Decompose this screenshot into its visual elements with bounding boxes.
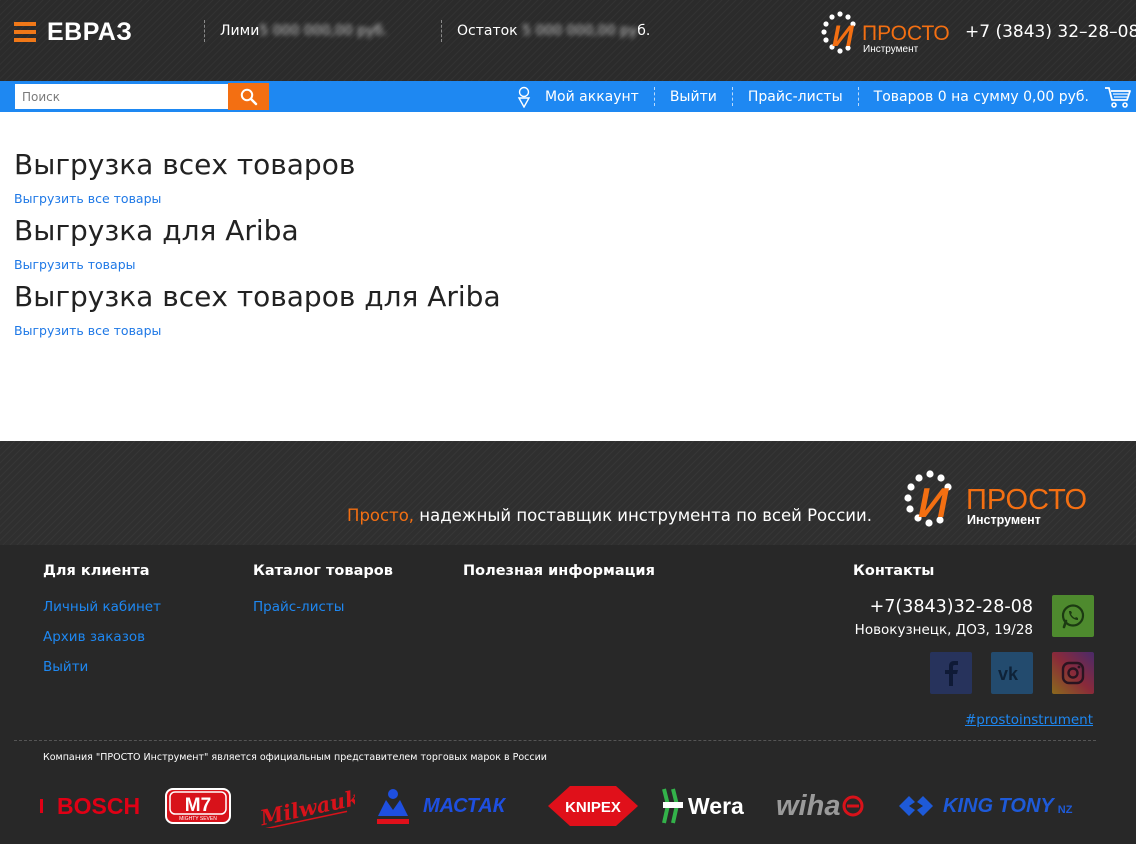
svg-text:vk: vk	[998, 664, 1019, 683]
footer-col-info: Полезная информация	[463, 563, 655, 599]
section-title: Выгрузка всех товаров для Ariba	[14, 280, 501, 313]
wiha-mark-icon	[842, 795, 864, 817]
balance-suffix: б.	[637, 23, 651, 39]
top-header: ЕВРАЗ Лими5 000 000,00 руб. Остаток 5 00…	[0, 0, 1136, 81]
search-icon	[240, 88, 257, 105]
cart-label: Товаров 0 на сумму 0,00 руб.	[873, 88, 1089, 105]
export-all-link[interactable]: Выгрузить все товары	[14, 190, 1114, 208]
facebook-button[interactable]	[930, 652, 972, 694]
slogan-accent: Просто,	[347, 506, 415, 525]
svg-text:ПРОСТО: ПРОСТО	[966, 484, 1087, 516]
svg-text:И: И	[832, 20, 855, 53]
account-link[interactable]: Мой аккаунт	[502, 86, 654, 108]
brand-name: ЕВРАЗ	[47, 17, 133, 46]
footer-prosto-logo[interactable]: И ПРОСТО Инструмент	[900, 469, 1100, 531]
footer-link-orders-archive[interactable]: Архив заказов	[43, 629, 161, 645]
hashtag-link[interactable]: #prostoinstrument	[965, 712, 1093, 728]
svg-text:M7: M7	[185, 795, 211, 816]
balance-value: 5 000 000,00 ру	[522, 23, 638, 39]
footer-link-logout[interactable]: Выйти	[43, 659, 161, 675]
svg-text:Milwaukee: Milwaukee	[257, 784, 355, 828]
vk-icon: vk	[998, 664, 1019, 683]
brand-kingtony-logo[interactable]: KING TONY NZ	[897, 781, 1072, 831]
footer-col-title: Каталог товаров	[253, 563, 393, 579]
export-all-ariba-link[interactable]: Выгрузить все товары	[14, 322, 1114, 340]
footer: Для клиента Личный кабинет Архив заказов…	[0, 545, 1136, 844]
brand-logos: BOSCH M7 MIGHTY SEVEN Milwaukee МАСТАК K…	[40, 781, 1100, 831]
price-lists-link[interactable]: Прайс-листы	[731, 87, 858, 106]
limit-value: 5 000 000,00 руб.	[259, 23, 388, 39]
footer-address: Новокузнецк, ДОЗ, 19/28	[854, 622, 1033, 638]
svg-text:MIGHTY SEVEN: MIGHTY SEVEN	[179, 816, 217, 822]
brand[interactable]: ЕВРАЗ	[14, 18, 132, 46]
footer-col-contacts: Контакты	[853, 563, 934, 599]
footer-divider	[14, 740, 1096, 741]
brand-mastak-logo[interactable]: МАСТАК	[375, 781, 505, 831]
svg-text:И: И	[918, 479, 949, 526]
brand-wera-logo[interactable]: Wera	[662, 781, 744, 831]
footer-col-title: Контакты	[853, 563, 935, 579]
search-input[interactable]	[14, 83, 228, 110]
footer-col-title: Полезная информация	[463, 563, 655, 579]
section-title: Выгрузка всех товаров	[14, 148, 356, 181]
whatsapp-button[interactable]	[1052, 595, 1094, 637]
vk-button[interactable]: vk	[991, 652, 1033, 694]
export-ariba-link[interactable]: Выгрузить товары	[14, 256, 1114, 274]
footer-phone[interactable]: +7(3843)32-28-08	[870, 597, 1033, 617]
nav-links: Мой аккаунт Выйти Прайс-листы Товаров 0 …	[502, 81, 1136, 112]
instagram-button[interactable]	[1052, 652, 1094, 694]
credit-limit: Лими5 000 000,00 руб.	[220, 23, 388, 39]
search-button[interactable]	[228, 83, 269, 110]
brand-milwaukee-logo[interactable]: Milwaukee	[255, 781, 355, 831]
cart-summary[interactable]: Товаров 0 на сумму 0,00 руб.	[857, 87, 1104, 106]
header-divider	[204, 20, 205, 42]
account-label: Мой аккаунт	[544, 88, 639, 105]
whatsapp-icon	[1061, 604, 1085, 629]
prosto-logo[interactable]: И ПРОСТО Инструмент	[818, 10, 958, 56]
svg-text:Инструмент: Инструмент	[967, 513, 1041, 527]
svg-text:KNIPEX: KNIPEX	[565, 799, 621, 816]
nav-bar: Мой аккаунт Выйти Прайс-листы Товаров 0 …	[0, 81, 1136, 112]
svg-text:ПРОСТО: ПРОСТО	[862, 22, 950, 45]
brand-m7-logo[interactable]: M7 MIGHTY SEVEN	[165, 781, 231, 831]
balance: Остаток 5 000 000,00 руб.	[457, 23, 650, 39]
footer-link-price-lists[interactable]: Прайс-листы	[253, 599, 393, 615]
facebook-icon	[945, 661, 958, 686]
header-phone[interactable]: +7 (3843) 32–28–08	[965, 22, 1136, 42]
footer-note: Компания "ПРОСТО Инструмент" является оф…	[43, 752, 547, 763]
hamburger-menu-icon[interactable]	[14, 22, 36, 42]
footer-col-title: Для клиента	[43, 563, 150, 579]
slogan-text: надежный поставщик инструмента по всей Р…	[414, 506, 872, 525]
section-title: Выгрузка для Ariba	[14, 214, 299, 247]
footer-slogan: Просто, надежный поставщик инструмента п…	[347, 506, 872, 525]
instagram-icon	[1061, 661, 1085, 685]
footer-col-client: Для клиента Личный кабинет Архив заказов…	[43, 563, 161, 689]
footer-banner: Просто, надежный поставщик инструмента п…	[0, 441, 1136, 545]
logout-link[interactable]: Выйти	[653, 87, 732, 106]
footer-col-catalog: Каталог товаров Прайс-листы	[253, 563, 393, 629]
svg-text:Инструмент: Инструмент	[863, 44, 919, 55]
brand-wiha-logo[interactable]: wiha	[776, 781, 864, 831]
location-pin-icon	[517, 86, 531, 108]
balance-label: Остаток	[457, 23, 518, 39]
limit-label: Лими	[220, 23, 260, 39]
main-content: Выгрузка всех товаров Выгрузить все това…	[14, 146, 1114, 344]
header-divider	[441, 20, 442, 42]
brand-bosch-logo[interactable]: BOSCH	[40, 781, 140, 831]
brand-knipex-logo[interactable]: KNIPEX	[548, 781, 638, 831]
footer-link-cabinet[interactable]: Личный кабинет	[43, 599, 161, 615]
shopping-cart-icon[interactable]	[1104, 85, 1132, 109]
